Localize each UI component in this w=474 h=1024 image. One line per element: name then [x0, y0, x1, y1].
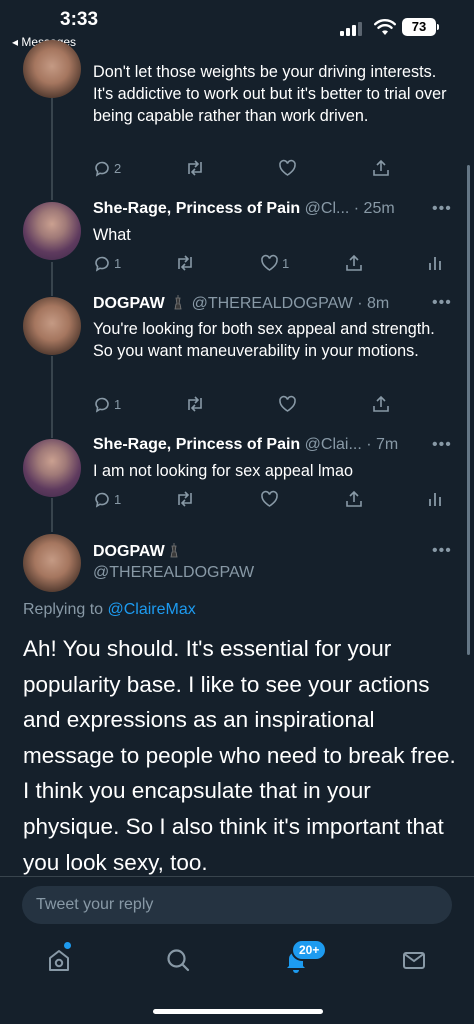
avatar-she-rage[interactable]: [23, 439, 81, 497]
tweet-time: · 8m: [357, 295, 390, 312]
reply-icon: [95, 397, 109, 413]
retweet-icon: [178, 491, 192, 507]
replying-to: Replying to @ClaireMax: [23, 601, 196, 619]
analytics-button[interactable]: [428, 253, 442, 273]
like-button[interactable]: [278, 394, 297, 414]
analytics-icon: [429, 257, 441, 270]
thread-line: [51, 96, 53, 200]
search-icon[interactable]: [164, 946, 192, 974]
like-icon: [261, 490, 278, 507]
tweet-time: · 7m: [366, 436, 399, 453]
status-bar: 3:33 ◂ Messages 73: [0, 0, 474, 54]
author-handle: @THEREALDOGPAW: [191, 295, 353, 312]
like-icon: [279, 395, 296, 412]
author-name[interactable]: She-Rage, Princess of Pain: [93, 200, 300, 217]
retweet-icon: [188, 160, 202, 176]
tweet-time: · 25m: [353, 200, 395, 217]
author-name[interactable]: DOGPAW: [93, 295, 165, 312]
tweet-text: Don't let those weights be your driving …: [93, 63, 447, 125]
avatar-dogpaw[interactable]: [23, 40, 81, 98]
share-icon: [373, 395, 389, 412]
share-button[interactable]: [372, 394, 390, 414]
like-button[interactable]: [278, 158, 297, 178]
like-icon: [279, 159, 296, 176]
like-count: 1: [282, 255, 290, 271]
tweet-reply-input[interactable]: Tweet your reply: [22, 886, 452, 924]
clock: 3:33: [60, 9, 99, 30]
statue-emoji-icon: [174, 295, 182, 310]
replying-to-handle-link[interactable]: @ClaireMax: [108, 601, 196, 618]
share-button[interactable]: [372, 158, 390, 178]
analytics-icon: [429, 493, 441, 506]
reply-count: 1: [114, 491, 122, 507]
more-options-icon[interactable]: •••: [432, 200, 452, 218]
like-icon: [261, 254, 278, 271]
more-options-icon[interactable]: •••: [432, 542, 452, 560]
statue-emoji-icon: [170, 543, 178, 558]
home-indicator[interactable]: [153, 1009, 323, 1014]
share-icon: [346, 254, 362, 271]
reply-icon: [95, 492, 109, 508]
avatar-she-rage[interactable]: [23, 202, 81, 260]
analytics-button[interactable]: [428, 489, 442, 509]
thread-line: [51, 262, 53, 296]
share-icon: [346, 490, 362, 507]
share-button[interactable]: [345, 489, 363, 509]
wifi-icon: [374, 19, 396, 35]
tweet-actions: 2: [93, 158, 453, 178]
battery-indicator: 73: [402, 18, 436, 36]
author-handle: @Cl...: [304, 200, 350, 217]
thread-line: [51, 498, 53, 532]
author-name[interactable]: DOGPAW: [93, 543, 165, 560]
share-button[interactable]: [345, 253, 363, 273]
retweet-button[interactable]: [185, 158, 205, 178]
tweet-header: She-Rage, Princess of Pain @Clai... · 7m: [93, 436, 398, 454]
tweet-text: I am not looking for sex appeal lmao: [93, 462, 354, 480]
retweet-button[interactable]: [175, 253, 195, 273]
tweet-text: You're looking for both sex appeal and s…: [93, 320, 435, 360]
battery-tip: [437, 24, 439, 30]
thread-line: [51, 356, 53, 438]
home-icon[interactable]: [45, 946, 73, 974]
cellular-signal-icon: [340, 22, 362, 36]
retweet-button[interactable]: [185, 394, 205, 414]
tweet-actions: 1: [93, 489, 453, 509]
tweet-header: DOGPAW @THEREALDOGPAW · 8m: [93, 294, 389, 313]
reply-count: 1: [114, 396, 122, 412]
like-button[interactable]: [260, 489, 279, 509]
like-button[interactable]: 1: [260, 253, 289, 273]
reply-count: 2: [114, 160, 122, 176]
reply-button[interactable]: 1: [93, 253, 121, 273]
tweet-text: What: [93, 226, 131, 244]
scrollbar[interactable]: [467, 165, 470, 655]
author-handle: @Clai...: [304, 436, 362, 453]
messages-icon[interactable]: [400, 946, 428, 974]
main-author-name[interactable]: DOGPAW: [93, 542, 183, 561]
reply-button[interactable]: 2: [93, 158, 121, 178]
retweet-button[interactable]: [175, 489, 195, 509]
main-author-handle: @THEREALDOGPAW: [93, 564, 255, 581]
replying-prefix: Replying to: [23, 601, 104, 618]
more-options-icon[interactable]: •••: [432, 436, 452, 454]
reply-icon: [95, 256, 109, 272]
new-content-dot: [64, 942, 71, 949]
retweet-icon: [178, 255, 192, 271]
tweet-actions: 1 1: [93, 253, 453, 273]
reply-count: 1: [114, 255, 122, 271]
author-name[interactable]: She-Rage, Princess of Pain: [93, 436, 300, 453]
main-tweet-text: Ah! You should. It's essential for your …: [23, 636, 456, 875]
retweet-icon: [188, 396, 202, 412]
share-icon: [373, 159, 389, 176]
avatar-dogpaw[interactable]: [23, 297, 81, 355]
avatar-dogpaw[interactable]: [23, 534, 81, 592]
reply-button[interactable]: 1: [93, 489, 121, 509]
tweet-header: She-Rage, Princess of Pain @Cl... · 25m: [93, 200, 395, 218]
notifications-badge: 20+: [291, 939, 328, 961]
reply-button[interactable]: 1: [93, 394, 121, 414]
reply-icon: [95, 161, 109, 177]
tweet-actions: 1: [93, 394, 453, 414]
tweet-thread-screen: 3:33 ◂ Messages 73 Don't let those weigh…: [0, 0, 474, 1024]
reply-bar: Tweet your reply: [0, 876, 474, 932]
more-options-icon[interactable]: •••: [432, 294, 452, 312]
